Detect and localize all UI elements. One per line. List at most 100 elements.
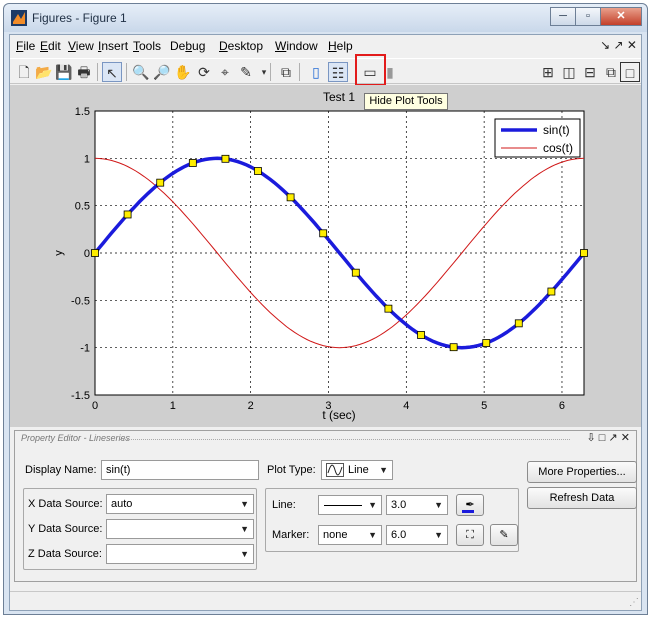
data-source-group: X Data Source: auto Y Data Source: Z Dat… xyxy=(23,488,257,570)
property-editor-title: Property Editor - Lineseries xyxy=(21,433,131,443)
data-point-marker[interactable] xyxy=(449,343,458,352)
edit-plot-icon[interactable]: ↖ xyxy=(102,62,122,82)
toolbar: 🗋 📂 💾 🖶 ↖ 🔍 🔎 ✋ ⟳ ⌖ ✎ ▾ ⧉ ▯ ☷ ▭ ▮ ⊞ ◫ ⊟ … xyxy=(10,58,641,84)
zoom-in-icon[interactable]: 🔍 xyxy=(131,62,151,82)
line-label: Line: xyxy=(272,499,296,511)
menu-window[interactable]: Window xyxy=(275,39,318,53)
data-point-marker[interactable] xyxy=(547,287,556,296)
plot-type-dropdown[interactable]: Line xyxy=(321,460,393,480)
data-point-marker[interactable] xyxy=(286,193,295,202)
y-data-source-dropdown[interactable] xyxy=(106,519,254,539)
refresh-data-button[interactable]: Refresh Data xyxy=(527,487,637,509)
close-button[interactable]: ✕ xyxy=(600,7,642,26)
title-bar: Figures - Figure 1 ─ ▫ ✕ xyxy=(4,4,647,32)
panel-grip xyxy=(120,439,570,440)
colorbar-icon[interactable]: ▯ xyxy=(306,62,326,82)
y-axis-label: y xyxy=(53,250,65,256)
data-point-marker[interactable] xyxy=(254,167,262,175)
data-point-marker[interactable] xyxy=(351,268,360,277)
legend-label-cos: cos(t) xyxy=(543,141,573,155)
x-data-source-dropdown[interactable]: auto xyxy=(106,494,254,514)
menu-insert[interactable]: Insert xyxy=(98,39,128,53)
tile-layout-icon[interactable]: ⊞ xyxy=(538,62,558,82)
y-tick-label: 1.5 xyxy=(75,106,90,118)
menu-view[interactable]: View xyxy=(68,39,94,53)
minimize-button[interactable]: ─ xyxy=(550,7,576,26)
data-point-marker[interactable] xyxy=(221,154,230,163)
pan-icon[interactable]: ✋ xyxy=(173,62,193,82)
data-point-marker[interactable] xyxy=(123,210,132,219)
maximize-layout-icon[interactable]: □ xyxy=(620,62,640,82)
menu-file[interactable]: File xyxy=(16,39,35,53)
maximize-button[interactable]: ▫ xyxy=(575,7,601,26)
toolbar-separator xyxy=(97,63,98,81)
line-marker-group: Line: 3.0 ✒ Marker: none 6.0 ⛶ ✎ xyxy=(265,488,519,552)
left-right-layout-icon[interactable]: ◫ xyxy=(559,62,579,82)
panel-controls[interactable]: ⇩ □ ↗ ✕ xyxy=(587,431,630,444)
line-style-dropdown[interactable] xyxy=(318,495,382,515)
x-axis-label: t (sec) xyxy=(322,408,355,422)
toolbar-separator xyxy=(299,63,300,81)
display-name-field[interactable]: sin(t) xyxy=(101,460,259,480)
tooltip: Hide Plot Tools xyxy=(364,93,448,110)
toolbar-separator xyxy=(126,63,127,81)
x-tick-label: 4 xyxy=(403,400,409,412)
menu-bar: File Edit View Insert Tools Debug Deskto… xyxy=(10,35,641,57)
y-tick-label: 0 xyxy=(84,248,90,260)
top-bottom-layout-icon[interactable]: ⊟ xyxy=(580,62,600,82)
menu-edit[interactable]: Edit xyxy=(40,39,61,53)
window-title: Figures - Figure 1 xyxy=(32,11,127,25)
z-data-source-dropdown[interactable] xyxy=(106,544,254,564)
x-tick-label: 5 xyxy=(481,400,487,412)
legend-icon[interactable]: ☷ xyxy=(328,62,348,82)
y-tick-label: 0.5 xyxy=(75,201,90,213)
open-file-icon[interactable]: 📂 xyxy=(34,62,54,82)
chevron-down-icon[interactable]: ▾ xyxy=(254,62,274,82)
x-tick-label: 1 xyxy=(170,400,176,412)
data-point-marker[interactable] xyxy=(482,339,491,347)
rotate-3d-icon[interactable]: ⟳ xyxy=(194,62,214,82)
data-point-marker[interactable] xyxy=(417,331,425,339)
chart: 0 1 2 3 4 5 6-1.5-1-0.500.511.5 Test 1 t (sec)… xyxy=(53,90,588,422)
more-properties-button[interactable]: More Properties... xyxy=(527,461,637,483)
marker-face-color-button[interactable]: ⛶ xyxy=(456,524,484,546)
x-data-source-label: X Data Source: xyxy=(28,498,103,510)
chart-title: Test 1 xyxy=(323,90,355,104)
matlab-icon xyxy=(11,10,27,26)
line-color-button[interactable]: ✒ xyxy=(456,494,484,516)
menu-debug[interactable]: Debug xyxy=(170,39,205,53)
data-point-marker[interactable] xyxy=(580,249,588,257)
legend[interactable]: sin(t) cos(t) xyxy=(494,118,581,158)
line-width-dropdown[interactable]: 3.0 xyxy=(386,495,448,515)
marker-edge-color-button[interactable]: ✎ xyxy=(490,524,518,546)
toolbar-separator xyxy=(270,63,271,81)
data-point-marker[interactable] xyxy=(156,178,165,187)
zoom-out-icon[interactable]: 🔎 xyxy=(152,62,172,82)
x-tick-label: 2 xyxy=(248,400,254,412)
link-plot-icon[interactable]: ⧉ xyxy=(276,62,296,82)
resize-grip-icon[interactable]: ⋰ xyxy=(629,597,639,608)
x-tick-label: 0 xyxy=(92,400,98,412)
float-layout-icon[interactable]: ⧉ xyxy=(601,62,621,82)
menu-tools[interactable]: Tools xyxy=(133,39,161,53)
print-figure-icon[interactable]: 🖶 xyxy=(74,62,94,82)
data-point-marker[interactable] xyxy=(188,159,197,167)
menu-help[interactable]: Help xyxy=(328,39,353,53)
save-figure-icon[interactable]: 💾 xyxy=(54,62,74,82)
data-point-marker[interactable] xyxy=(91,249,99,257)
dock-controls[interactable]: ↘ ↗ ✕ xyxy=(600,38,637,52)
brush-icon[interactable]: ✎ xyxy=(236,62,256,82)
data-point-marker[interactable] xyxy=(384,304,393,313)
property-editor-panel: Property Editor - Lineseries ⇩ □ ↗ ✕ Dis… xyxy=(14,430,637,582)
new-figure-icon[interactable]: 🗋 xyxy=(14,62,34,82)
data-point-marker[interactable] xyxy=(514,319,523,328)
y-tick-label: -1 xyxy=(80,343,90,355)
data-cursor-icon[interactable]: ⌖ xyxy=(215,62,235,82)
marker-label: Marker: xyxy=(272,529,310,541)
marker-size-dropdown[interactable]: 6.0 xyxy=(386,525,448,545)
marker-dropdown[interactable]: none xyxy=(318,525,382,545)
menu-desktop[interactable]: Desktop xyxy=(219,39,263,53)
data-point-marker[interactable] xyxy=(319,229,328,238)
color-swatch xyxy=(462,510,474,513)
display-name-label: Display Name: xyxy=(25,464,97,476)
